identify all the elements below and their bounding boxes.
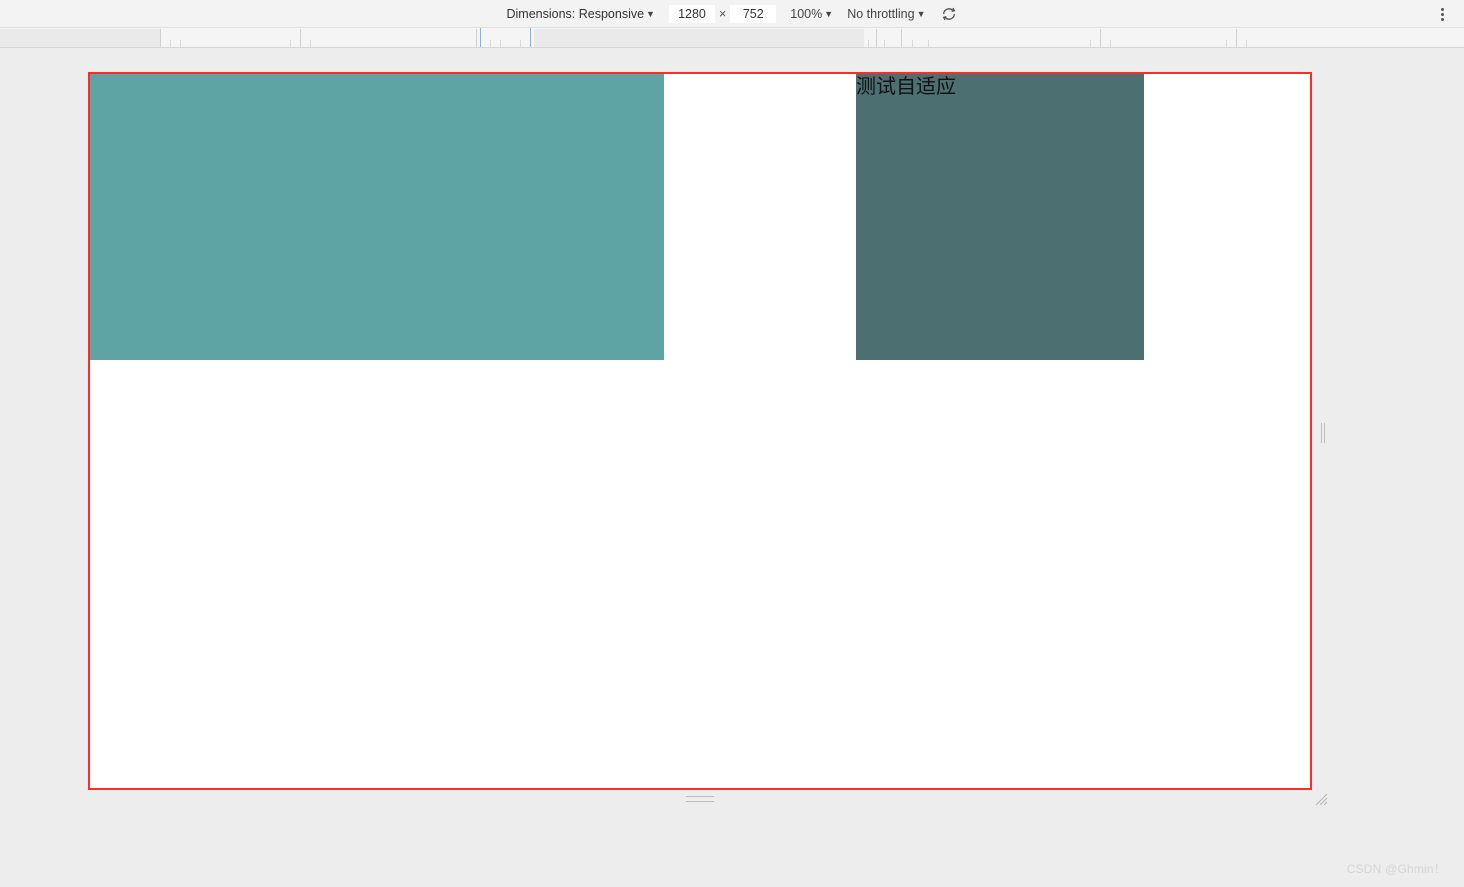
resize-handle-bottom[interactable] [88,790,1312,808]
toolbar-center-group: Dimensions: Responsive ▼ × 100% ▼ No thr… [506,5,957,23]
demo-box-right: 测试自适应 [856,74,1144,360]
dimension-separator: × [719,7,726,21]
watermark-text: CSDN @Ghmin！ [1347,860,1446,877]
viewport-width-input[interactable] [669,5,715,23]
demo-box-left [90,74,664,360]
chevron-down-icon: ▼ [917,9,926,19]
throttling-label: No throttling [847,7,914,21]
resize-handle-corner[interactable] [1312,790,1330,808]
rotate-icon[interactable] [940,5,958,23]
viewport-frame: 测试自适应 [88,72,1312,790]
chevron-down-icon: ▼ [824,9,833,19]
stage-wrapper: 测试自适应 CSDN @Ghmin！ [0,48,1464,887]
more-options-button[interactable] [1432,4,1452,24]
chevron-down-icon: ▼ [646,9,655,19]
breakpoints-ruler[interactable] [0,28,1464,48]
kebab-icon [1441,8,1444,21]
resize-handle-right[interactable] [1318,418,1328,448]
dimensions-dropdown[interactable]: Dimensions: Responsive ▼ [506,7,654,21]
viewport-height-input[interactable] [730,5,776,23]
device-toolbar: Dimensions: Responsive ▼ × 100% ▼ No thr… [0,0,1464,28]
throttling-dropdown[interactable]: No throttling ▼ [847,7,925,21]
dimensions-label: Dimensions: Responsive [506,7,644,21]
zoom-label: 100% [790,7,822,21]
demo-box-right-text: 测试自适应 [856,76,956,98]
drag-handle-icon [686,796,714,802]
zoom-dropdown[interactable]: 100% ▼ [790,7,833,21]
dimensions-size-group: × [669,5,776,23]
